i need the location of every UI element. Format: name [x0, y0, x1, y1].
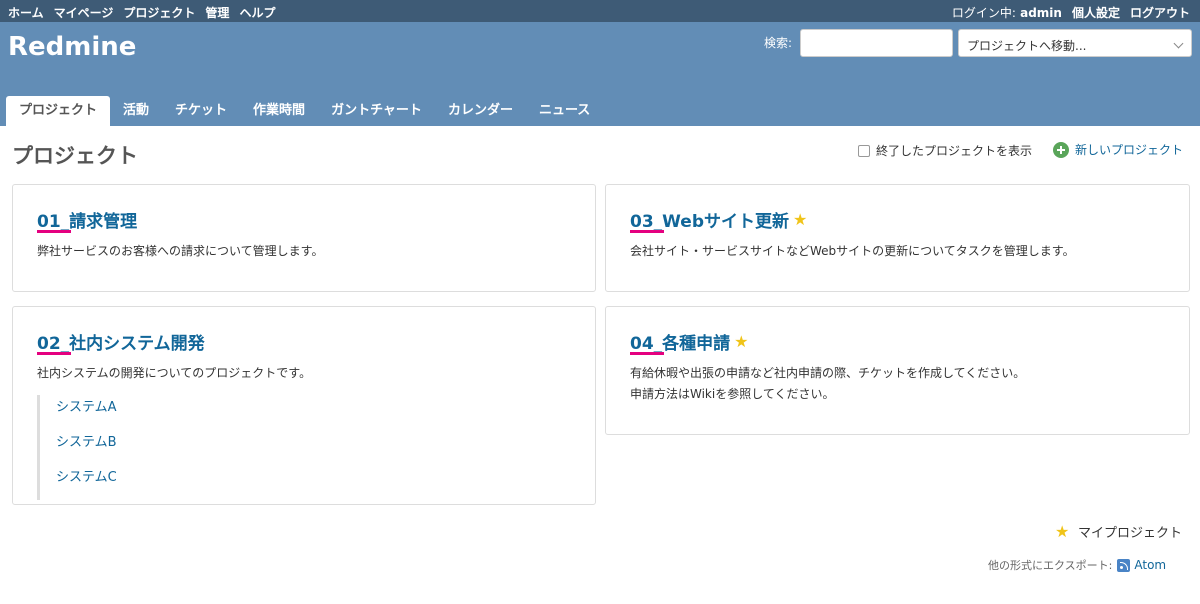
search-label: 検索: [764, 36, 793, 50]
project-jump-label: プロジェクトへ移動... [967, 39, 1087, 53]
subproject-link[interactable]: システムA [56, 395, 117, 430]
atom-label: Atom [1134, 558, 1167, 572]
project-card: 04_各種申請 ★ 有給休暇や出張の申請など社内申請の際、チケットを作成してくだ… [605, 306, 1190, 435]
chevron-down-icon [1173, 38, 1184, 49]
show-closed-label: 終了したプロジェクトを表示 [876, 144, 1033, 158]
project-link[interactable]: 03_Webサイト更新 ★ [630, 207, 810, 232]
project-name: 01_請求管理 [37, 212, 138, 232]
export-label: 他の形式にエクスポート: [988, 559, 1113, 572]
project-card: 02_社内システム開発 社内システムの開発についてのプロジェクトです。 システム… [12, 306, 596, 505]
add-icon [1053, 141, 1069, 158]
tab-issues[interactable]: チケット [162, 96, 240, 126]
header: Redmine 検索: プロジェクトへ移動... プロジェクト 活動 チケット … [0, 22, 1200, 126]
star-icon: ★ [793, 209, 808, 229]
star-icon: ★ [1055, 521, 1070, 541]
top-menu-left: ホーム マイページ プロジェクト 管理 ヘルプ [8, 4, 275, 21]
subproject-link[interactable]: システムC [56, 465, 117, 500]
project-card: 03_Webサイト更新 ★ 会社サイト・サービスサイトなどWebサイトの更新につ… [605, 184, 1190, 292]
tab-spent-time[interactable]: 作業時間 [240, 96, 318, 126]
top-menu-projects[interactable]: プロジェクト [123, 4, 195, 21]
subproject-link[interactable]: システムB [56, 430, 117, 465]
logged-as: ログイン中: admin [952, 4, 1062, 21]
tab-news[interactable]: ニュース [526, 96, 603, 126]
logged-in-label: ログイン中: [951, 6, 1016, 20]
title-underline [37, 230, 71, 233]
project-description: 弊社サービスのお客様への請求について管理します。 [37, 241, 323, 262]
new-project-label: 新しいプロジェクト [1075, 143, 1184, 157]
description-line: 社内システムの開発についてのプロジェクトです。 [37, 366, 312, 380]
search-input[interactable] [800, 29, 953, 57]
top-menu-my-page[interactable]: マイページ [54, 4, 114, 21]
top-menu-home[interactable]: ホーム [8, 4, 44, 21]
project-description: 会社サイト・サービスサイトなどWebサイトの更新についてタスクを管理します。 [630, 241, 1075, 262]
top-menu: ホーム マイページ プロジェクト 管理 ヘルプ ログイン中: admin 個人設… [0, 0, 1200, 22]
title-underline [630, 352, 664, 355]
show-closed-projects-toggle[interactable]: 終了したプロジェクトを表示 [858, 142, 1032, 159]
my-projects-label: マイプロジェクト [1078, 526, 1183, 541]
tab-projects[interactable]: プロジェクト [6, 96, 111, 126]
project-card: 01_請求管理 弊社サービスのお客様への請求について管理します。 [12, 184, 596, 292]
description-line: 弊社サービスのお客様への請求について管理します。 [37, 244, 324, 258]
project-name: 02_社内システム開発 [37, 334, 205, 354]
title-underline [630, 230, 664, 233]
logout-link[interactable]: ログアウト [1130, 4, 1190, 21]
project-description: 社内システムの開発についてのプロジェクトです。 [37, 363, 311, 384]
description-line: 会社サイト・サービスサイトなどWebサイトの更新についてタスクを管理します。 [630, 244, 1075, 258]
app-title[interactable]: Redmine [8, 32, 136, 62]
export-formats: 他の形式にエクスポート: Atom [988, 557, 1166, 573]
project-name: 04_各種申請 [630, 334, 731, 354]
page-title: プロジェクト [12, 144, 138, 168]
tab-gantt[interactable]: ガントチャート [318, 96, 435, 126]
project-link[interactable]: 01_請求管理 [37, 207, 137, 232]
atom-feed-link[interactable]: Atom [1117, 558, 1166, 572]
account-menu: ログイン中: admin 個人設定 ログアウト [952, 4, 1190, 21]
top-menu-admin[interactable]: 管理 [205, 4, 229, 21]
personal-settings-link[interactable]: 個人設定 [1072, 4, 1120, 21]
project-link[interactable]: 04_各種申請 ★ [630, 329, 751, 354]
tab-activity[interactable]: 活動 [110, 96, 162, 126]
my-projects-legend: ★ マイプロジェクト [1055, 522, 1182, 541]
project-jump-select[interactable]: プロジェクトへ移動... [958, 29, 1192, 57]
project-link[interactable]: 02_社内システム開発 [37, 329, 205, 354]
description-line: 申請方法はWikiを参照してください。 [630, 387, 835, 401]
new-project-link[interactable]: 新しいプロジェクト [1053, 141, 1183, 158]
star-icon: ★ [734, 331, 749, 351]
feed-icon [1117, 558, 1131, 572]
main-menu: プロジェクト 活動 チケット 作業時間 ガントチャート カレンダー ニュース [6, 96, 603, 126]
project-name: 03_Webサイト更新 [630, 212, 790, 232]
project-description: 有給休暇や出張の申請など社内申請の際、チケットを作成してください。 申請方法はW… [630, 363, 1025, 405]
description-line: 有給休暇や出張の申請など社内申請の際、チケットを作成してください。 [630, 366, 1026, 380]
tab-calendar[interactable]: カレンダー [435, 96, 526, 126]
title-underline [37, 352, 71, 355]
user-link[interactable]: admin [1020, 6, 1062, 20]
subproject-list: システムA システムB システムC [37, 395, 117, 500]
show-closed-checkbox[interactable] [858, 144, 870, 157]
top-menu-help[interactable]: ヘルプ [239, 4, 275, 21]
